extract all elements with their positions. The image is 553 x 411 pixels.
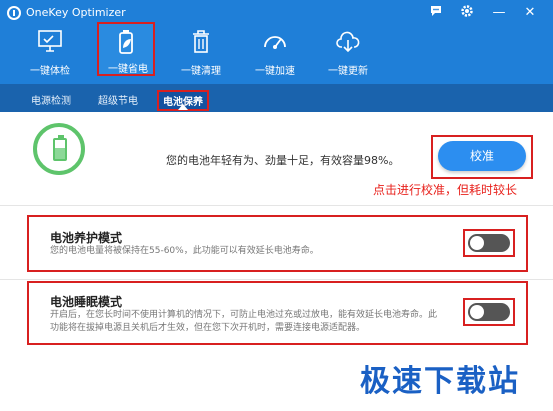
divider xyxy=(0,279,553,280)
nav-item-checkup[interactable]: 一键体检 xyxy=(21,26,79,84)
nav-label: 一键体检 xyxy=(30,66,70,77)
sleep-mode-toggle[interactable] xyxy=(468,303,510,321)
app-title: OneKey Optimizer xyxy=(26,6,126,19)
nav-label: 一键更新 xyxy=(328,66,368,77)
battery-leaf-icon xyxy=(113,28,139,54)
nav-item-speedup[interactable]: 一键加速 xyxy=(246,26,304,84)
chat-icon[interactable] xyxy=(427,4,445,22)
sub-tabs: 电源检测 超级节电 电池保养 xyxy=(0,84,553,112)
close-button[interactable]: ✕ xyxy=(521,4,539,22)
sleep-mode-toggle-highlight xyxy=(463,298,515,326)
active-tab-indicator xyxy=(178,104,188,110)
calibrate-button[interactable]: 校准 xyxy=(438,141,526,171)
nav-label: 一键省电 xyxy=(108,64,148,75)
nav-label: 一键清理 xyxy=(181,66,221,77)
battery-fill xyxy=(55,148,65,159)
battery-sleep-mode-section: 电池睡眠模式 开启后，在您长时间不使用计算机的情况下，可防止电池过充或过放电，能… xyxy=(27,281,528,345)
tab-super-save[interactable]: 超级节电 xyxy=(98,92,138,107)
care-mode-title: 电池养护模式 xyxy=(50,231,123,245)
app-logo-icon xyxy=(7,6,21,20)
toggle-knob xyxy=(470,305,484,319)
toggle-knob xyxy=(470,236,484,250)
minimize-button[interactable]: — xyxy=(490,4,508,22)
nav-item-clean[interactable]: 一键清理 xyxy=(172,26,230,84)
sleep-mode-description-line1: 开启后，在您长时间不使用计算机的情况下，可防止电池过充或过放电，能有效延长电池寿… xyxy=(50,310,438,320)
care-mode-toggle-highlight xyxy=(463,229,515,257)
nav-item-update[interactable]: 一键更新 xyxy=(319,26,377,84)
divider xyxy=(0,205,553,206)
sleep-mode-description-line2: 功能将在拔掉电源且关机后才生效，但在您下次开机时，需要连接电源适配器。 xyxy=(50,323,366,333)
trash-icon xyxy=(188,28,214,54)
watermark-logo: 极速下载站 xyxy=(360,364,520,399)
cloud-download-icon xyxy=(335,28,361,54)
app-header: OneKey Optimizer — ✕ 一键体检 一键省电 一键清理 一键加速… xyxy=(0,0,553,84)
monitor-check-icon xyxy=(37,28,63,54)
main-nav: 一键体检 一键省电 一键清理 一键加速 一键更新 xyxy=(0,22,553,84)
title-bar: OneKey Optimizer — ✕ xyxy=(0,0,553,26)
nav-item-power-save[interactable]: 一键省电 xyxy=(97,22,155,76)
gear-icon[interactable] xyxy=(458,4,476,22)
nav-label: 一键加速 xyxy=(255,66,295,77)
care-mode-toggle[interactable] xyxy=(468,234,510,252)
battery-status-icon xyxy=(33,123,85,175)
speedometer-icon xyxy=(262,28,288,54)
battery-care-mode-section: 电池养护模式 您的电池电量将被保持在55-60%，此功能可以有效延长电池寿命。 xyxy=(27,215,528,272)
sleep-mode-title: 电池睡眠模式 xyxy=(50,295,123,309)
tab-power-detect[interactable]: 电源检测 xyxy=(31,92,71,107)
care-mode-description: 您的电池电量将被保持在55-60%，此功能可以有效延长电池寿命。 xyxy=(50,246,319,256)
calibrate-note: 点击进行校准，但耗时较长 xyxy=(373,183,518,197)
battery-status-text: 您的电池年轻有为、劲量十足，有效容量98%。 xyxy=(166,154,400,167)
